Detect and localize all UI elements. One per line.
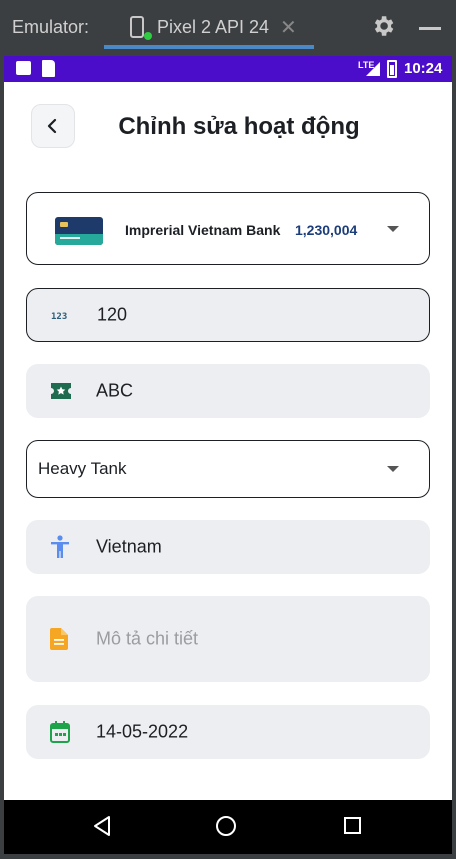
- category-value: Heavy Tank: [38, 459, 127, 478]
- date-value: 14-05-2022: [96, 721, 189, 742]
- nav-back-icon[interactable]: [92, 815, 112, 837]
- message-notification-icon: [16, 61, 31, 75]
- document-icon: [50, 628, 68, 650]
- bank-name: Imprerial Vietnam Bank: [125, 222, 281, 238]
- amount-value: 120: [97, 304, 128, 325]
- dropdown-arrow-icon: [387, 225, 399, 232]
- svg-text:123: 123: [51, 312, 67, 320]
- emulator-toolbar: Emulator: Pixel 2 API 24 ✕: [0, 0, 456, 56]
- back-button[interactable]: [31, 104, 75, 148]
- name-field[interactable]: ABC: [26, 364, 430, 418]
- chevron-left-icon: [47, 118, 57, 134]
- account-select[interactable]: Imprerial Vietnam Bank 1,230,004: [26, 192, 430, 265]
- active-tab-indicator: [104, 45, 314, 49]
- category-select[interactable]: Heavy Tank: [26, 440, 430, 498]
- nav-home-icon[interactable]: [216, 816, 236, 836]
- sd-card-icon: [42, 60, 55, 77]
- location-value: Vietnam: [96, 536, 162, 557]
- description-field[interactable]: Mô tả chi tiết: [26, 596, 430, 682]
- dropdown-arrow-icon: [387, 466, 399, 472]
- device-screen: LTE 10:24 Chỉnh sửa hoạt động Imprerial …: [4, 56, 452, 854]
- description-placeholder: Mô tả chi tiết: [96, 628, 199, 649]
- numeric-123-icon: 123: [51, 312, 67, 320]
- location-field[interactable]: Vietnam: [26, 520, 430, 574]
- calendar-icon: [50, 721, 70, 743]
- status-time: 10:24: [404, 60, 443, 77]
- gear-icon[interactable]: [370, 13, 396, 39]
- name-value: ABC: [96, 380, 134, 401]
- tab-close-icon[interactable]: ✕: [280, 15, 297, 40]
- running-indicator-icon: [144, 32, 152, 40]
- phone-icon: [130, 16, 144, 38]
- system-nav-bar: [4, 800, 452, 854]
- page-title: Chỉnh sửa hoạt động: [118, 113, 360, 140]
- device-tab-label: Pixel 2 API 24: [157, 17, 270, 37]
- person-accessibility-icon: [51, 535, 69, 558]
- amount-field[interactable]: 123 120: [26, 288, 430, 342]
- bank-balance: 1,230,004: [295, 222, 358, 238]
- date-field[interactable]: 14-05-2022: [26, 705, 430, 759]
- battery-icon: [387, 60, 397, 78]
- bank-card-icon: [55, 217, 103, 245]
- emulator-label: Emulator:: [12, 17, 90, 37]
- status-bar: LTE 10:24: [4, 56, 452, 82]
- minimize-icon[interactable]: [419, 27, 441, 30]
- nav-recents-icon[interactable]: [344, 817, 361, 834]
- signal-icon: [366, 62, 380, 76]
- ticket-star-icon: [51, 383, 71, 399]
